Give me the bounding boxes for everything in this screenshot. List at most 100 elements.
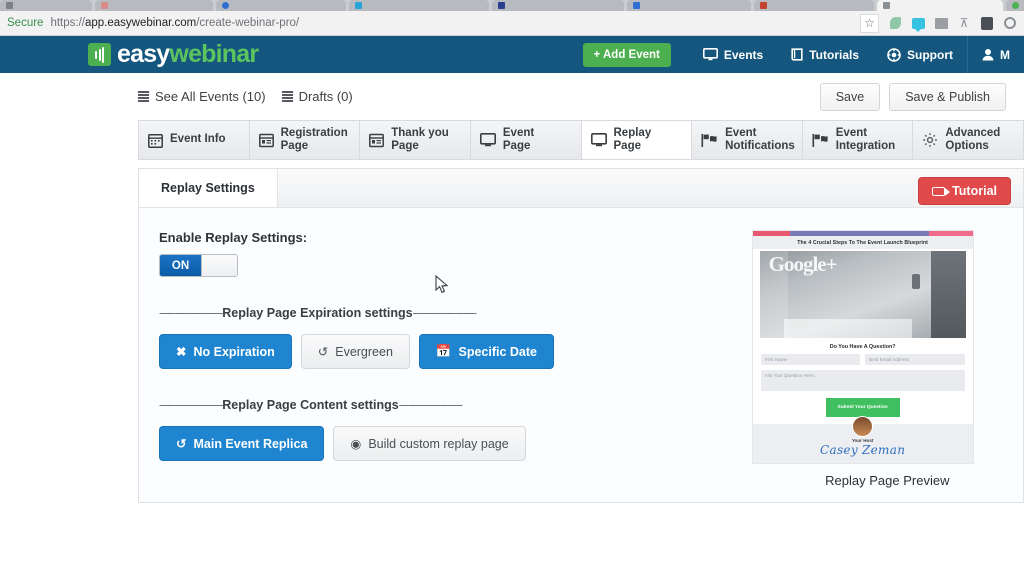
preview-color-bar bbox=[752, 231, 973, 236]
browser-tab[interactable] bbox=[492, 0, 624, 11]
divider-text: Replay Page Expiration settings bbox=[222, 306, 413, 320]
preview-email-input[interactable]: Best Email Address bbox=[865, 354, 965, 365]
security-status-label: Secure bbox=[7, 17, 44, 29]
divider-dashes-right: -------------------- bbox=[412, 306, 477, 320]
window-icon bbox=[258, 133, 274, 148]
tab-replay-page[interactable]: Replay Page bbox=[581, 121, 693, 159]
nav-label-events: Events bbox=[723, 47, 764, 62]
user-icon bbox=[982, 48, 994, 61]
save-button[interactable]: Save bbox=[819, 82, 881, 111]
leaf-extension-icon[interactable] bbox=[888, 16, 902, 30]
circle-extension-icon[interactable] bbox=[1003, 16, 1017, 30]
browser-tab[interactable] bbox=[754, 0, 874, 11]
browser-tab[interactable] bbox=[1006, 0, 1024, 11]
enable-replay-toggle[interactable]: ON bbox=[159, 254, 238, 277]
content-settings-divider: -------------------- Replay Page Content… bbox=[159, 398, 738, 412]
flag-icon bbox=[812, 133, 829, 148]
tab-registration-page[interactable]: Registration Page bbox=[249, 121, 361, 159]
specific-date-button[interactable]: 📅 Specific Date bbox=[418, 334, 555, 369]
drafts-link[interactable]: Drafts (0) bbox=[281, 89, 353, 104]
tab-advanced-options[interactable]: Advanced Options bbox=[913, 121, 1023, 159]
tab-favicon-icon bbox=[101, 2, 108, 9]
browser-tab[interactable] bbox=[216, 0, 346, 11]
preview-question-textarea[interactable]: Ask Your Question Here... bbox=[760, 370, 965, 391]
square-extension-icon[interactable] bbox=[980, 16, 994, 30]
preview-first-name-input[interactable]: First Name bbox=[760, 354, 861, 365]
add-event-button[interactable]: + Add Event bbox=[582, 42, 671, 67]
tab-favicon-icon bbox=[498, 2, 505, 9]
tab-label: Advanced Options bbox=[945, 126, 1001, 152]
preview-host-band: Your Host Casey Zeman bbox=[752, 416, 973, 463]
flag-icon bbox=[701, 133, 718, 148]
top-nav-right: + Add Event Events Tutorials Support M bbox=[582, 36, 1024, 73]
toggle-knob[interactable] bbox=[201, 255, 237, 276]
tab-event-integration[interactable]: Event Integration bbox=[802, 121, 914, 159]
card-extension-icon[interactable] bbox=[934, 16, 948, 30]
tutorial-button[interactable]: Tutorial bbox=[918, 177, 1011, 205]
download-icon[interactable]: ⊼ bbox=[957, 16, 971, 30]
calendar-icon bbox=[148, 133, 163, 148]
url-scheme: https:// bbox=[50, 17, 85, 29]
browser-tab[interactable] bbox=[627, 0, 751, 11]
specific-date-label: Specific Date bbox=[458, 344, 538, 359]
tab-event-page[interactable]: Event Page bbox=[470, 121, 582, 159]
nav-item-account[interactable]: M bbox=[967, 36, 1024, 73]
chat-extension-icon[interactable] bbox=[911, 16, 925, 32]
url-path: /create-webinar-pro/ bbox=[196, 17, 300, 29]
browser-tab-active[interactable] bbox=[877, 0, 1003, 11]
preview-question-heading: Do You Have A Question? bbox=[829, 344, 896, 350]
evergreen-button[interactable]: ↺ Evergreen bbox=[300, 334, 410, 369]
tab-label: Thank you Page bbox=[391, 126, 449, 152]
monitor-icon bbox=[479, 133, 496, 147]
host-signature: Casey Zeman bbox=[820, 443, 906, 457]
preview-frame[interactable]: The 4 Crucial Steps To The Event Launch … bbox=[751, 230, 974, 464]
tab-label: Event Info bbox=[170, 133, 226, 146]
divider-text: Replay Page Content settings bbox=[222, 398, 399, 412]
see-all-events-link[interactable]: See All Events (10) bbox=[138, 89, 266, 104]
tab-label: Registration Page bbox=[280, 126, 348, 152]
main-event-replica-button[interactable]: ↺ Main Event Replica bbox=[159, 426, 325, 461]
easywebinar-logo[interactable]: easywebinar bbox=[88, 40, 259, 69]
tab-event-notifications[interactable]: Event Notifications bbox=[692, 121, 803, 159]
build-custom-replay-page-button[interactable]: ◉ Build custom replay page bbox=[333, 426, 526, 461]
no-expiration-label: No Expiration bbox=[193, 344, 275, 359]
host-avatar bbox=[852, 416, 874, 437]
tab-event-info[interactable]: Event Info bbox=[139, 121, 250, 159]
save-button-group: Save Save & Publish bbox=[819, 82, 1006, 111]
refresh-icon: ↺ bbox=[176, 437, 187, 451]
browser-tab[interactable] bbox=[0, 0, 92, 11]
tab-label: Event Page bbox=[502, 126, 535, 152]
address-bar-url[interactable]: https://app.easywebinar.com/create-webin… bbox=[50, 17, 853, 29]
panel-body: Enable Replay Settings: ON -------------… bbox=[139, 208, 1023, 488]
browser-tab[interactable] bbox=[95, 0, 213, 11]
preview-submit-button[interactable]: Submit Your Question bbox=[825, 398, 900, 417]
preview-video-thumbnail[interactable]: Google+ bbox=[759, 251, 966, 338]
nav-label-support: Support bbox=[907, 47, 953, 62]
replay-settings-form: Enable Replay Settings: ON -------------… bbox=[139, 230, 738, 488]
nav-item-support[interactable]: Support bbox=[873, 36, 967, 73]
logo-bars-icon bbox=[88, 43, 111, 66]
tab-thank-you-page[interactable]: Thank you Page bbox=[360, 121, 471, 159]
browser-tab-strip[interactable] bbox=[0, 0, 1024, 11]
panel-tab-bar: Replay Settings bbox=[139, 169, 1023, 208]
nav-item-events[interactable]: Events bbox=[689, 36, 777, 73]
save-and-publish-button[interactable]: Save & Publish bbox=[889, 82, 1006, 111]
tab-favicon-icon bbox=[1012, 2, 1019, 9]
panel-tab-replay-settings[interactable]: Replay Settings bbox=[139, 169, 278, 207]
divider-dashes-left: -------------------- bbox=[159, 398, 223, 412]
browser-tab[interactable] bbox=[349, 0, 489, 11]
replay-page-preview: The 4 Crucial Steps To The Event Launch … bbox=[738, 230, 1023, 488]
see-all-events-label: See All Events (10) bbox=[155, 89, 266, 104]
lifebuoy-icon bbox=[887, 47, 901, 62]
expiration-button-group: ✖ No Expiration ↺ Evergreen 📅 Specific D… bbox=[159, 334, 738, 369]
tutorial-label: Tutorial bbox=[952, 184, 997, 198]
bookmark-star-icon[interactable]: ☆ bbox=[860, 13, 879, 33]
list-icon bbox=[138, 91, 149, 102]
sub-header: See All Events (10) Drafts (0) Save Save… bbox=[0, 73, 1024, 120]
app-top-navigation: easywebinar + Add Event Events Tutorials… bbox=[0, 36, 1024, 73]
browser-address-bar[interactable]: Secure https://app.easywebinar.com/creat… bbox=[0, 11, 1024, 36]
nav-item-tutorials[interactable]: Tutorials bbox=[777, 36, 873, 73]
replay-settings-panel: Replay Settings Tutorial Enable Replay S… bbox=[138, 168, 1024, 503]
no-expiration-button[interactable]: ✖ No Expiration bbox=[159, 334, 292, 369]
tab-favicon-icon bbox=[222, 2, 229, 9]
